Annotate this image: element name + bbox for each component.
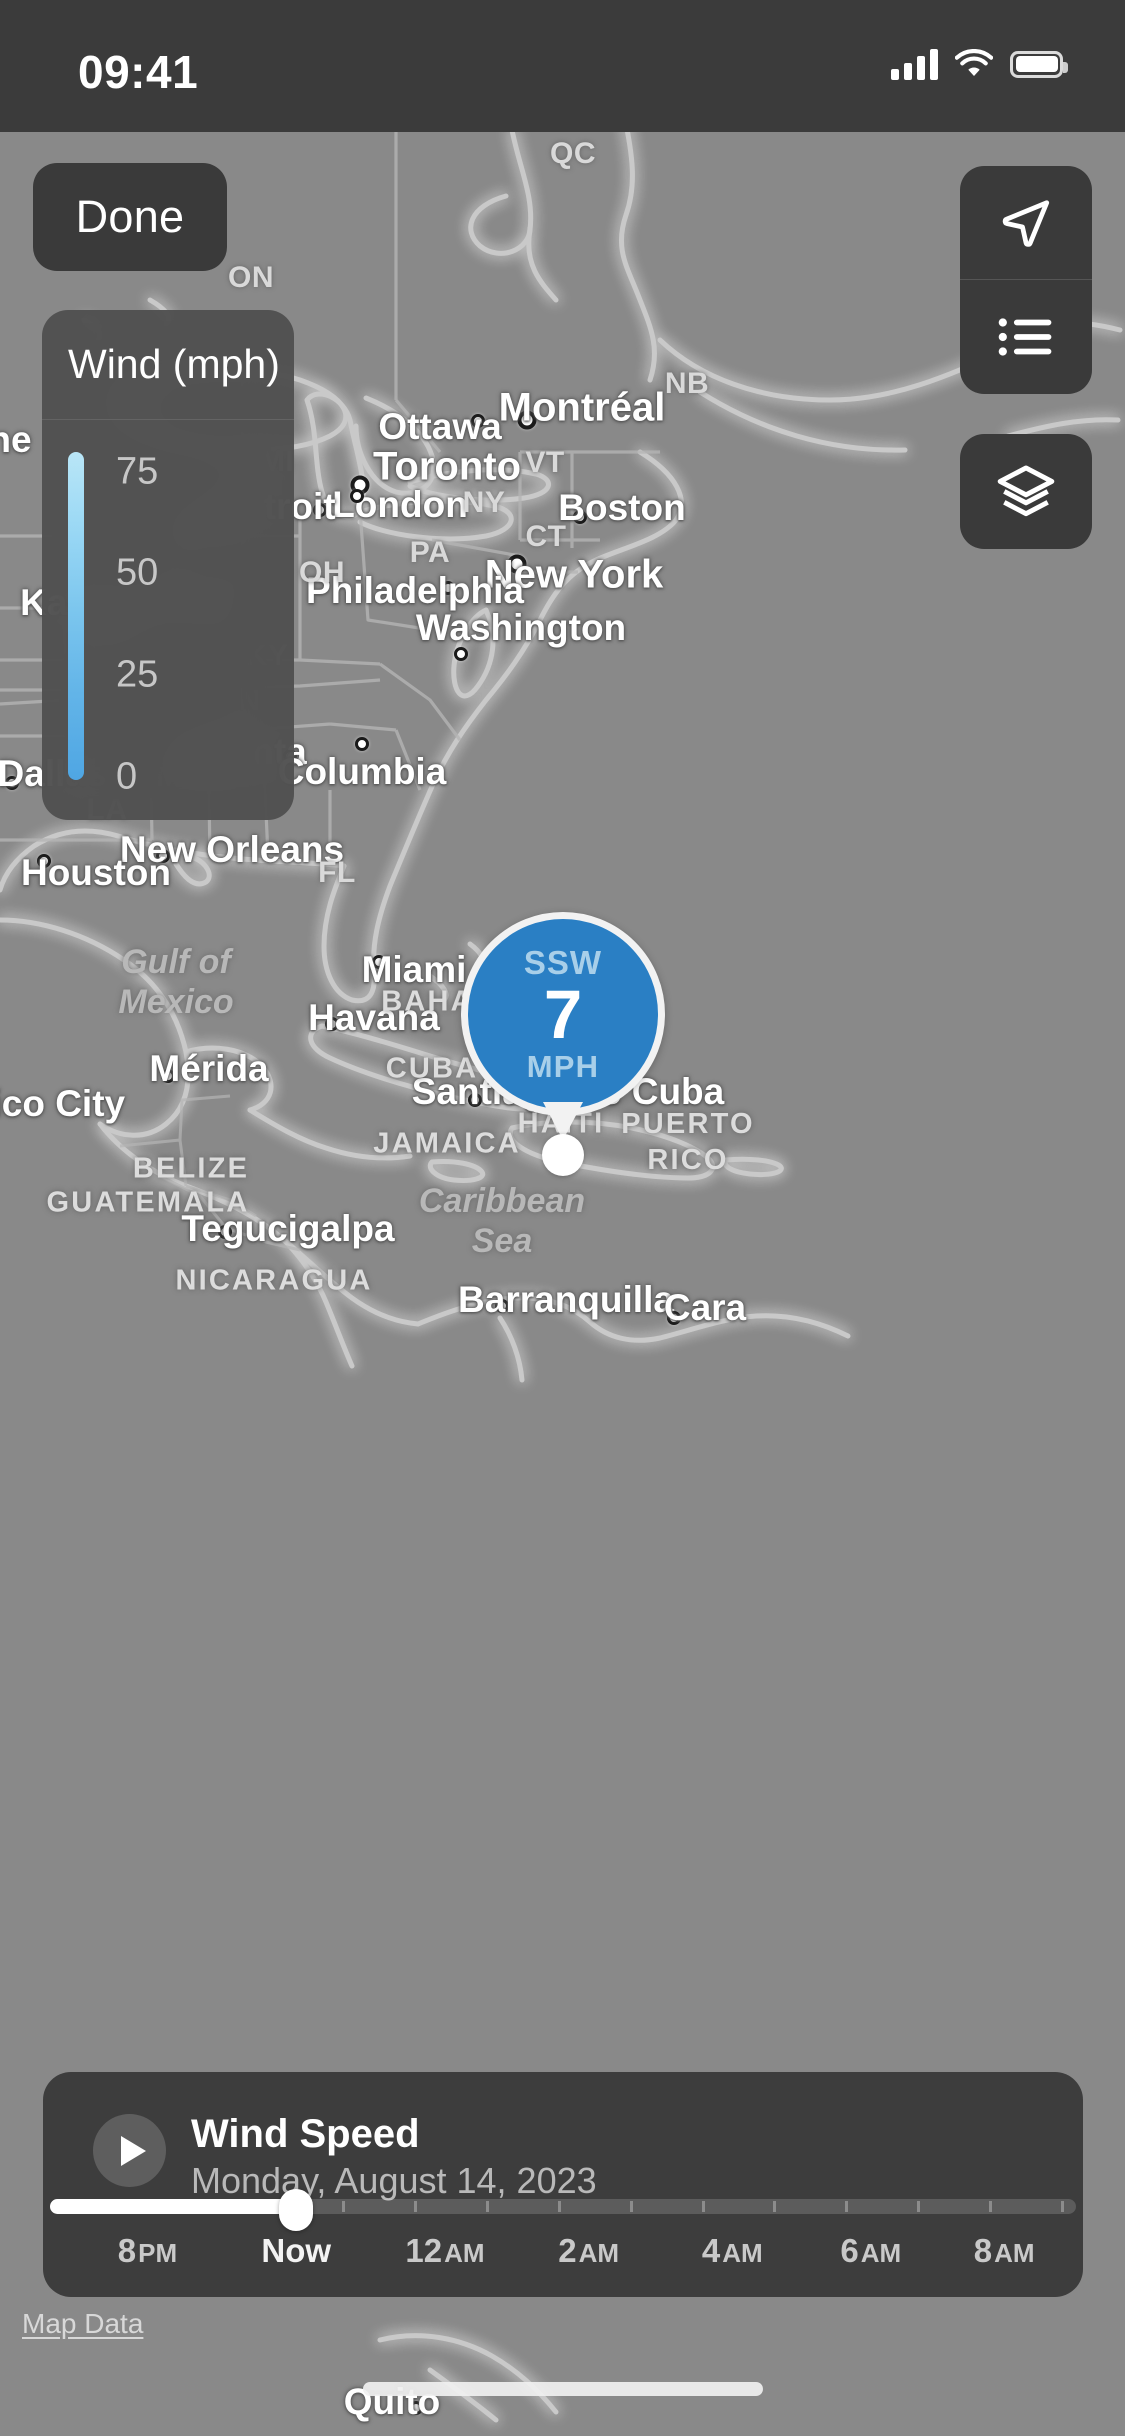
timeline-tick — [773, 2201, 777, 2212]
location-marker-dot — [542, 1134, 584, 1176]
legend-tick-75: 75 — [116, 450, 159, 493]
city-marker-dot — [313, 503, 327, 517]
timeline-tick — [701, 2201, 705, 2212]
city-marker-dot — [156, 849, 170, 863]
wifi-icon — [955, 49, 993, 77]
map-control-group — [960, 166, 1092, 394]
city-marker-dot — [372, 955, 386, 969]
locate-me-button[interactable] — [960, 166, 1092, 280]
city-marker-dot — [573, 510, 587, 524]
city-marker-dot — [471, 414, 485, 428]
legend-tick-50: 50 — [116, 551, 159, 594]
status-time: 09:41 — [78, 46, 199, 98]
home-indicator[interactable] — [362, 2382, 763, 2396]
location-arrow-icon — [1002, 199, 1050, 247]
status-bar: 09:41 — [0, 0, 1125, 132]
wind-callout[interactable]: SSW 7 MPH — [461, 912, 665, 1176]
city-marker-dot — [5, 776, 19, 790]
legend-tick-0: 0 — [116, 755, 138, 798]
wind-direction-label: SSW — [523, 943, 603, 981]
timeline-label: 8AM — [973, 2232, 1035, 2269]
map-layers-button[interactable] — [960, 434, 1092, 549]
city-marker-dot — [325, 1017, 339, 1031]
timeline-tick — [916, 2201, 920, 2212]
timeline-tick — [988, 2201, 992, 2212]
list-icon — [998, 318, 1052, 356]
timeline-tick — [486, 2201, 490, 2212]
layers-icon — [997, 465, 1055, 516]
timeline-tick — [557, 2201, 561, 2212]
city-marker-dot — [218, 1225, 232, 1239]
city-marker-dot — [161, 1069, 175, 1083]
done-button[interactable]: Done — [33, 163, 227, 271]
city-marker-dot — [454, 647, 468, 661]
wind-speed-value: 7 — [543, 975, 583, 1053]
wind-legend-gradient-bar — [68, 452, 84, 780]
cellular-signal-icon — [891, 48, 938, 80]
city-marker-dot — [517, 410, 537, 430]
wind-callout-circle[interactable]: SSW 7 MPH — [461, 912, 665, 1116]
city-marker-dot — [495, 1299, 509, 1313]
timeline-labels: 8PM Now 12AM 2AM 4AM 6AM 8AM — [50, 2232, 1076, 2284]
map-list-button[interactable] — [960, 280, 1092, 394]
city-marker-dot — [409, 2401, 423, 2415]
wind-legend-panel: Wind (mph) 75 50 25 0 — [42, 310, 294, 820]
timeline-progress — [50, 2199, 297, 2214]
timeline-label: 12AM — [405, 2232, 485, 2269]
timeline-tick — [1060, 2201, 1064, 2212]
map-data-link[interactable]: Map Data — [22, 2308, 143, 2340]
timeline-label: 8PM — [117, 2232, 178, 2269]
timeline-label: 4AM — [701, 2232, 763, 2269]
timeline-thumb[interactable] — [279, 2189, 314, 2231]
city-marker-dot — [667, 1311, 681, 1325]
playback-title: Wind Speed — [191, 2112, 420, 2156]
wind-legend-title: Wind (mph) — [42, 310, 294, 420]
timeline-label: 2AM — [558, 2232, 620, 2269]
timeline-tick — [845, 2201, 849, 2212]
legend-tick-25: 25 — [116, 653, 159, 696]
city-marker-dot — [355, 737, 369, 751]
city-marker-dot — [507, 554, 527, 574]
wind-legend-scale: 75 50 25 0 — [68, 438, 268, 797]
timeline-tick — [629, 2201, 633, 2212]
city-marker-dot — [350, 489, 364, 503]
weather-map-screen: MontréalOttawaTorontoLondonBostonDetroit… — [0, 0, 1125, 2436]
battery-icon — [1010, 50, 1068, 78]
timeline-tick — [342, 2201, 346, 2212]
city-marker-dot — [441, 581, 455, 595]
timeline-label: 6AM — [840, 2232, 902, 2269]
status-indicators — [891, 48, 1068, 80]
play-icon — [120, 2135, 146, 2166]
play-button[interactable] — [93, 2114, 166, 2187]
timeline-tick — [414, 2201, 418, 2212]
city-marker-dot — [37, 854, 51, 868]
timeline-slider[interactable] — [50, 2189, 1076, 2231]
timeline-label: Now — [261, 2232, 332, 2269]
wind-speed-unit: MPH — [526, 1049, 600, 1085]
